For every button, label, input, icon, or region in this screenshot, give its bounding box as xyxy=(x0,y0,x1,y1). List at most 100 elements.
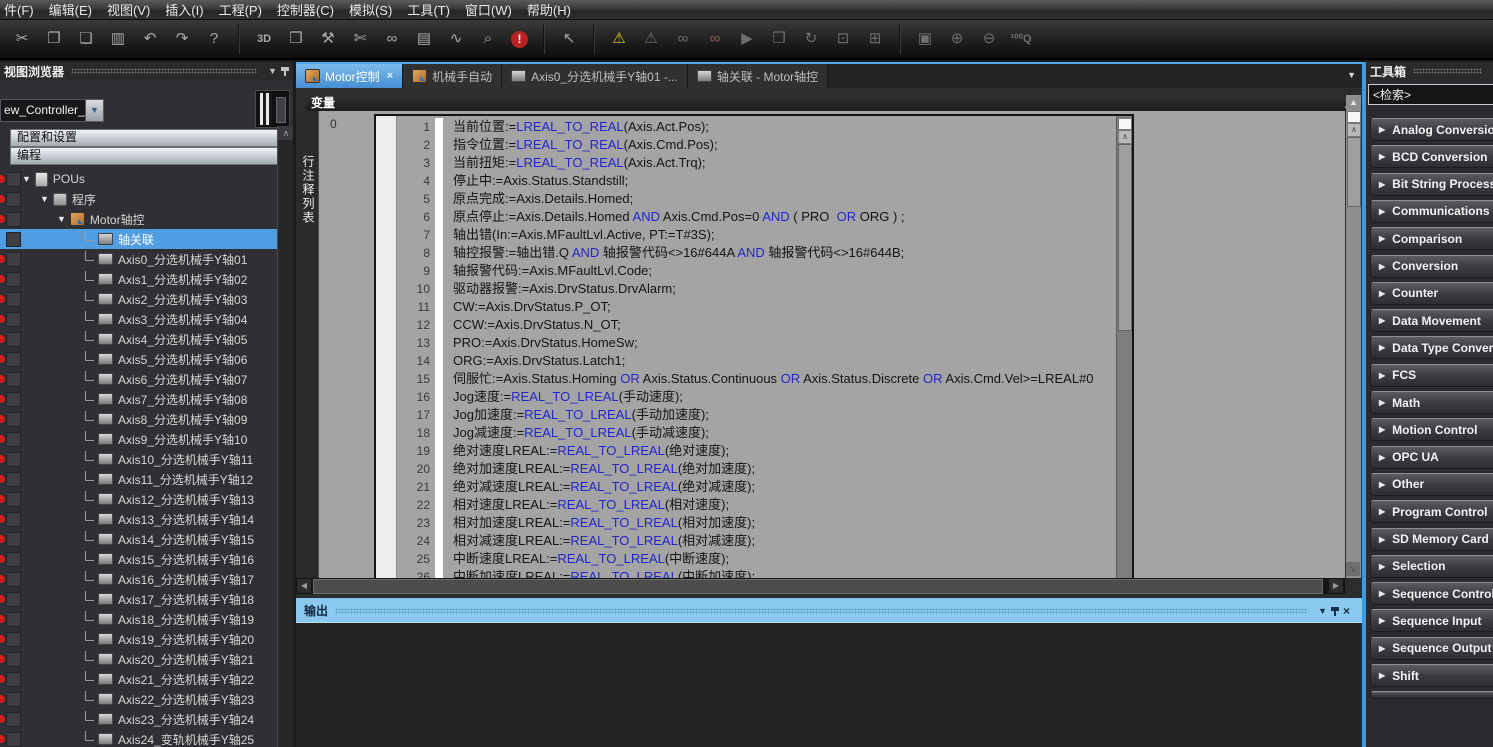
zoom-out-icon[interactable]: ⊖ xyxy=(976,27,1002,51)
code-line[interactable]: 12CCW:=Axis.DrvStatus.N_OT; xyxy=(396,316,1117,334)
tree-item-Axis19_分选机械手Y轴20[interactable]: Axis19_分选机械手Y轴20 xyxy=(0,629,277,649)
scroll-up-chevron-icon[interactable]: ∧ xyxy=(1347,123,1361,137)
tree-item-Axis22_分选机械手Y轴23[interactable]: Axis22_分选机械手Y轴23 xyxy=(0,689,277,709)
code-line[interactable]: 9轴报警代码:=Axis.MFaultLvl.Code; xyxy=(396,262,1117,280)
toolbox-category-comparison[interactable]: ▶Comparison xyxy=(1370,227,1493,250)
scroll-down-icon[interactable]: ∨ xyxy=(1346,562,1360,576)
menu-item[interactable]: 工程(P) xyxy=(207,0,274,19)
tab-Motor控制[interactable]: Motor控制× xyxy=(296,64,403,88)
toolbox-category-selection[interactable]: ▶Selection xyxy=(1370,555,1493,578)
rebuild-icon[interactable]: ✄ xyxy=(347,27,373,51)
scrollbar-thumb[interactable] xyxy=(1347,137,1361,207)
redo-icon[interactable]: ↷ xyxy=(169,27,195,51)
toolbox-category-shift[interactable]: ▶Shift xyxy=(1370,664,1493,687)
toolbox-category-program-control[interactable]: ▶Program Control xyxy=(1370,500,1493,523)
zoom-in-icon[interactable]: ⊕ xyxy=(944,27,970,51)
code-line[interactable]: 7轴出错(In:=Axis.MFaultLvl.Active, PT:=T#3S… xyxy=(396,226,1117,244)
toolbox-category-conversion[interactable]: ▶Conversion xyxy=(1370,255,1493,278)
tree-item-Axis17_分选机械手Y轴18[interactable]: Axis17_分选机械手Y轴18 xyxy=(0,589,277,609)
code-line[interactable]: 21绝对减速度LREAL:=REAL_TO_LREAL(绝对减速度); xyxy=(396,478,1117,496)
tree-item-Axis11_分选机械手Y轴12[interactable]: Axis11_分选机械手Y轴12 xyxy=(0,469,277,489)
scrollbar-thumb[interactable] xyxy=(313,579,1323,594)
scroll-up-icon[interactable]: ∧ xyxy=(278,126,293,140)
toolbox-category-other[interactable]: ▶Other xyxy=(1370,473,1493,496)
section-programming[interactable]: 编程 xyxy=(10,147,281,165)
toolbox-category-partial[interactable] xyxy=(1370,691,1493,699)
toolbox-category-opc-ua[interactable]: ▶OPC UA xyxy=(1370,446,1493,469)
controller-selector[interactable]: ew_Controller_0 xyxy=(0,99,89,122)
tree-item-程序[interactable]: ▼程序 xyxy=(0,189,277,209)
tree-item-Axis14_分选机械手Y轴15[interactable]: Axis14_分选机械手Y轴15 xyxy=(0,529,277,549)
code-line[interactable]: 17Jog加速度:=REAL_TO_LREAL(手动加速度); xyxy=(396,406,1117,424)
editor-horizontal-scrollbar[interactable]: ◀ ▶ xyxy=(296,578,1345,594)
menu-item[interactable]: 窗口(W) xyxy=(453,0,524,19)
expand-triangle-icon[interactable]: ▼ xyxy=(57,214,66,224)
code-line[interactable]: 25中断速度LREAL:=REAL_TO_LREAL(中断速度); xyxy=(396,550,1117,568)
transfer-stack-icon[interactable]: ❐ xyxy=(766,27,792,51)
tab-轴关联 - Motor轴控[interactable]: 轴关联 - Motor轴控 xyxy=(688,64,828,88)
close-icon[interactable]: × xyxy=(1339,604,1354,618)
tree-item-Axis9_分选机械手Y轴10[interactable]: Axis9_分选机械手Y轴10 xyxy=(0,429,277,449)
synchronize-icon[interactable]: ↻ xyxy=(798,27,824,51)
transfer-from-controller-icon[interactable]: ⊞ xyxy=(862,27,888,51)
run-mode-icon[interactable]: ▶ xyxy=(734,27,760,51)
zoom-100-icon[interactable]: ¹⁰⁰Q xyxy=(1008,27,1034,51)
build-icon[interactable]: ⚒ xyxy=(315,27,341,51)
output-panel-header[interactable]: 输出 ▼ × xyxy=(296,599,1362,622)
toolbox-category-sequence-output[interactable]: ▶Sequence Output xyxy=(1370,637,1493,660)
st-code-editor[interactable]: 1当前位置:=LREAL_TO_REAL(Axis.Act.Pos);2指令位置… xyxy=(374,114,1134,580)
code-line[interactable]: 3当前扭矩:=LREAL_TO_REAL(Axis.Act.Trq); xyxy=(396,154,1117,172)
pin-icon[interactable] xyxy=(281,66,289,76)
chevron-down-icon[interactable]: ▼ xyxy=(1314,606,1331,616)
code-vertical-scrollbar[interactable]: ∧ xyxy=(1116,116,1132,578)
section-configuration-setup[interactable]: 配置和设置 xyxy=(10,129,281,147)
code-line[interactable]: 20绝对加速度LREAL:=REAL_TO_LREAL(绝对加速度); xyxy=(396,460,1117,478)
scroll-top-button[interactable] xyxy=(1118,118,1132,130)
tab-list-dropdown-icon[interactable]: ▼ xyxy=(1347,70,1356,80)
code-line[interactable]: 14ORG:=Axis.DrvStatus.Latch1; xyxy=(396,352,1117,370)
toolbox-category-data-movement[interactable]: ▶Data Movement xyxy=(1370,309,1493,332)
expand-triangle-icon[interactable]: ▼ xyxy=(40,194,49,204)
tab-Axis0_分选机械手Y轴01 -...[interactable]: Axis0_分选机械手Y轴01 -... xyxy=(502,64,688,88)
toolbox-category-communications[interactable]: ▶Communications xyxy=(1370,200,1493,223)
toolbox-category-bcd-conversion[interactable]: ▶BCD Conversion xyxy=(1370,145,1493,168)
code-line[interactable]: 5原点完成:=Axis.Details.Homed; xyxy=(396,190,1117,208)
editor-vertical-scrollbar[interactable]: ▲ ∧ ∨ xyxy=(1346,95,1361,578)
cut-icon[interactable]: ✂ xyxy=(9,27,35,51)
tree-item-Axis6_分选机械手Y轴07[interactable]: Axis6_分选机械手Y轴07 xyxy=(0,369,277,389)
tree-item-Axis5_分选机械手Y轴06[interactable]: Axis5_分选机械手Y轴06 xyxy=(0,349,277,369)
menu-item[interactable]: 帮助(H) xyxy=(515,0,583,19)
controller-selector-dropdown-icon[interactable]: ▼ xyxy=(85,99,104,122)
toolbox-category-bit-string-processing[interactable]: ▶Bit String Processing xyxy=(1370,173,1493,196)
toolbox-category-math[interactable]: ▶Math xyxy=(1370,391,1493,414)
tree-item-Axis20_分选机械手Y轴21[interactable]: Axis20_分选机械手Y轴21 xyxy=(0,649,277,669)
watch-table-icon[interactable]: ▤ xyxy=(411,27,437,51)
line-comment-list-tab[interactable]: 行注释列表 xyxy=(296,111,319,578)
tree-item-Axis13_分选机械手Y轴14[interactable]: Axis13_分选机械手Y轴14 xyxy=(0,509,277,529)
tree-item-Axis3_分选机械手Y轴04[interactable]: Axis3_分选机械手Y轴04 xyxy=(0,309,277,329)
code-line[interactable]: 10驱动器报警:=Axis.DrvStatus.DrvAlarm; xyxy=(396,280,1117,298)
tree-item-Axis18_分选机械手Y轴19[interactable]: Axis18_分选机械手Y轴19 xyxy=(0,609,277,629)
monitor-stop-icon[interactable]: ∞ xyxy=(702,27,728,51)
differential-monitor-icon[interactable]: ∿ xyxy=(443,27,469,51)
undo-icon[interactable]: ↶ xyxy=(137,27,163,51)
code-line[interactable]: 6原点停止:=Axis.Details.Homed AND Axis.Cmd.P… xyxy=(396,208,1117,226)
pin-icon[interactable] xyxy=(1331,606,1339,616)
toolbox-category-fcs[interactable]: ▶FCS xyxy=(1370,364,1493,387)
tree-item-Axis12_分选机械手Y轴13[interactable]: Axis12_分选机械手Y轴13 xyxy=(0,489,277,509)
paste-icon[interactable]: ❏ xyxy=(73,27,99,51)
scroll-up-icon[interactable]: ▲ xyxy=(1347,97,1360,107)
tree-item-Axis2_分选机械手Y轴03[interactable]: Axis2_分选机械手Y轴03 xyxy=(0,289,277,309)
tree-item-Axis16_分选机械手Y轴17[interactable]: Axis16_分选机械手Y轴17 xyxy=(0,569,277,589)
code-line[interactable]: 23相对加速度LREAL:=REAL_TO_LREAL(相对加速度); xyxy=(396,514,1117,532)
toolbox-category-sequence-control[interactable]: ▶Sequence Control xyxy=(1370,582,1493,605)
copy-icon[interactable]: ❐ xyxy=(41,27,67,51)
transfer-to-controller-icon[interactable]: ⊡ xyxy=(830,27,856,51)
go-offline-icon[interactable]: ⚠ xyxy=(638,27,664,51)
tree-item-Axis23_分选机械手Y轴24[interactable]: Axis23_分选机械手Y轴24 xyxy=(0,709,277,729)
tree-scrollbar[interactable]: ∧ xyxy=(277,126,293,747)
search-binoculars-icon[interactable]: ⌕ xyxy=(475,27,501,51)
scroll-left-icon[interactable]: ◀ xyxy=(297,579,311,593)
code-line[interactable]: 11CW:=Axis.DrvStatus.P_OT; xyxy=(396,298,1117,316)
toolbox-category-data-type-conversion[interactable]: ▶Data Type Conversion xyxy=(1370,336,1493,359)
